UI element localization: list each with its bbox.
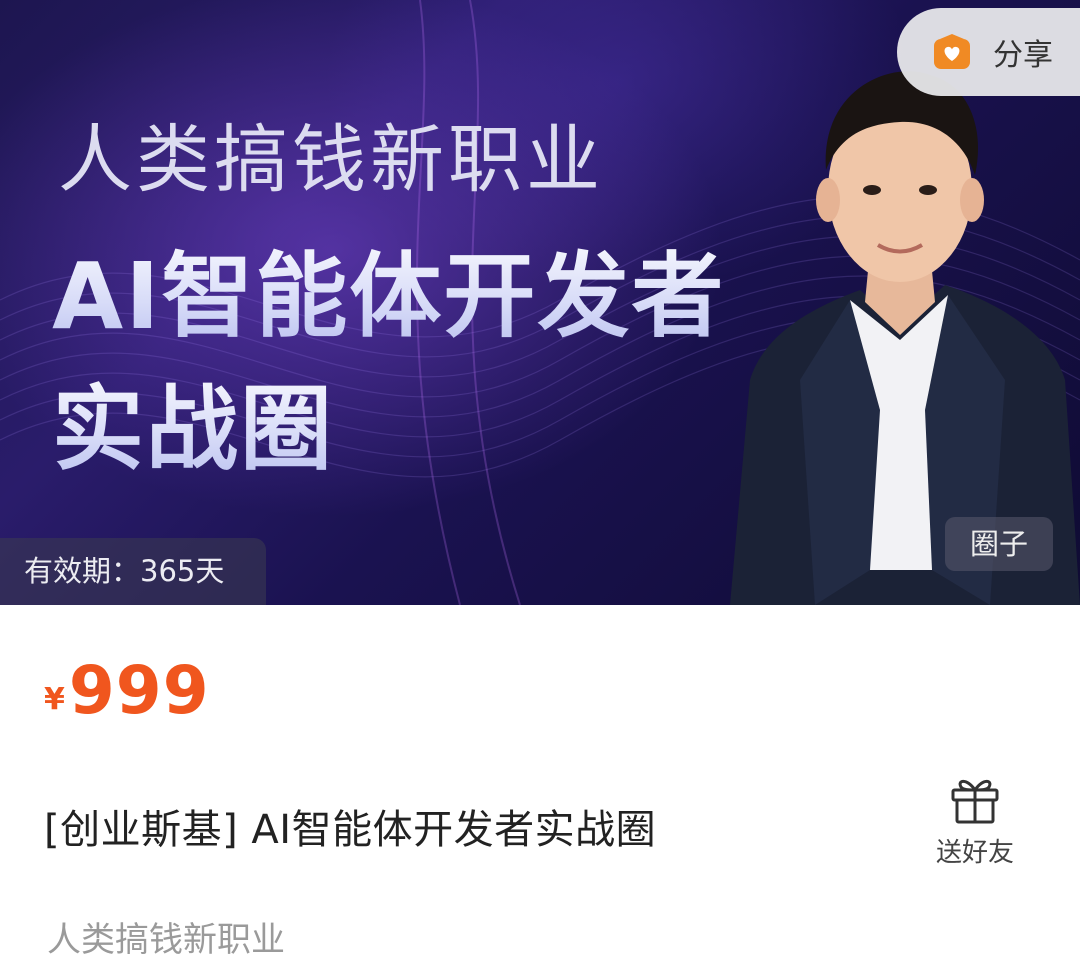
currency-symbol: ¥ [44,682,65,717]
price: ¥999 [44,652,210,729]
gift-to-friend-button[interactable]: 送好友 [920,770,1030,870]
share-icon [934,34,970,69]
validity-badge: 有效期：365天 [0,538,266,605]
gift-icon [951,779,999,824]
share-button[interactable]: 分享 [897,8,1080,96]
product-type-tag: 圈子 [945,517,1053,571]
gift-label: 送好友 [935,838,1014,868]
share-label: 分享 [993,38,1053,73]
banner-headline-line1: AI智能体开发者 [52,222,725,355]
banner-headline-line2: 实战圈 [52,355,334,488]
banner-headline-small: 人类搞钱新职业 [58,117,604,203]
price-amount: 999 [68,652,210,729]
product-subtitle: 人类搞钱新职业 [47,920,285,960]
course-banner: 人类搞钱新职业 AI智能体开发者 实战圈 有效期：365天 圈子 分享 [0,0,1080,605]
product-title: [创业斯基] AI智能体开发者实战圈 [44,807,657,853]
course-detail-page: 人类搞钱新职业 AI智能体开发者 实战圈 有效期：365天 圈子 分享 ¥999… [0,0,1080,969]
